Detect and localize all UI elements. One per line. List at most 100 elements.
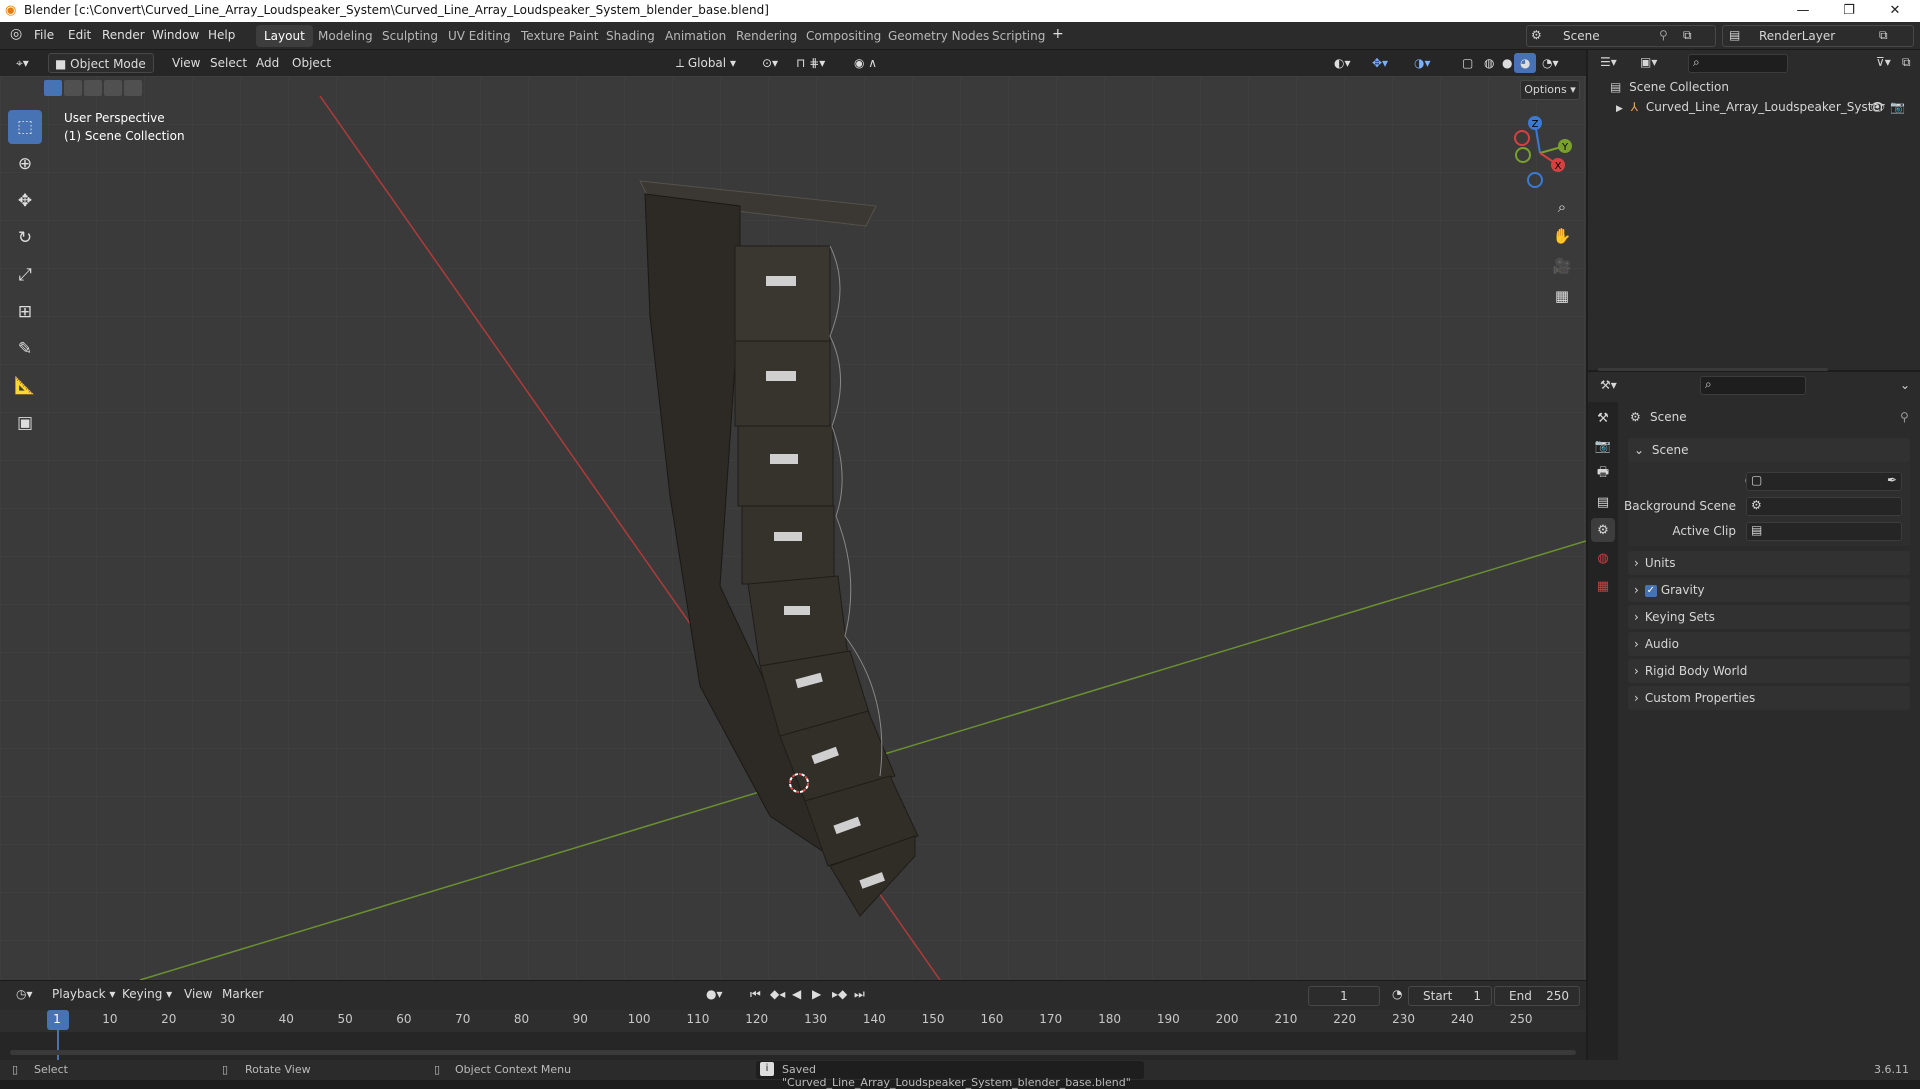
menu-edit[interactable]: Edit <box>68 28 91 42</box>
move-tool-icon[interactable]: ✥ <box>8 184 42 218</box>
rotate-tool-icon[interactable]: ↻ <box>8 221 42 255</box>
menu-timeline-view[interactable]: View <box>178 984 218 1004</box>
gizmo-toggle-icon[interactable]: ✥▾ <box>1366 53 1394 73</box>
3d-viewport[interactable] <box>0 76 1586 980</box>
panel-units[interactable]: › Units <box>1628 551 1910 575</box>
camera-field[interactable]: ▢ ✒ <box>1746 472 1902 491</box>
navigation-gizmo[interactable]: Z Y X <box>1500 113 1580 193</box>
outliner-item[interactable]: ▶ ⅄ Curved_Line_Array_Loudspeaker_Syster… <box>1616 100 1916 114</box>
maximize-button[interactable]: ❐ <box>1826 0 1872 22</box>
tab-shading[interactable]: Shading <box>598 25 663 47</box>
xray-icon[interactable]: ▢ <box>1456 53 1479 73</box>
start-frame-field[interactable]: Start 1 <box>1408 986 1492 1006</box>
menu-view[interactable]: View <box>166 53 206 73</box>
panel-rigid-body-world[interactable]: › Rigid Body World <box>1628 659 1910 683</box>
scene-selector[interactable]: ⚙ Scene ⚲ ⧉ <box>1526 25 1716 47</box>
camera-view-icon[interactable]: 🎥 <box>1548 252 1576 280</box>
end-frame-field[interactable]: End 250 <box>1494 986 1580 1006</box>
ortho-toggle-icon[interactable]: ▦ <box>1548 282 1576 310</box>
outliner-root[interactable]: ▤ Scene Collection <box>1610 80 1729 94</box>
transform-orientation-dropdown[interactable]: ⟂ Global ▾ <box>670 53 742 73</box>
timeline-scrollbar[interactable] <box>10 1050 1576 1055</box>
tab-animation[interactable]: Animation <box>657 25 734 47</box>
select-intersect-icon[interactable] <box>124 80 142 96</box>
output-tab-icon[interactable]: 🖶 <box>1591 462 1615 486</box>
jump-end-icon[interactable]: ⏭ <box>848 984 871 1004</box>
material-shading-icon[interactable]: ◕ <box>1514 53 1537 73</box>
display-mode-icon[interactable]: ▣▾ <box>1640 55 1657 69</box>
tab-sculpting[interactable]: Sculpting <box>374 25 446 47</box>
proportional-edit-icon[interactable]: ◉ ∧ <box>848 53 883 73</box>
panel-audio[interactable]: › Audio <box>1628 632 1910 656</box>
clock-icon[interactable]: ◔ <box>1386 984 1408 1004</box>
mode-dropdown[interactable]: ■ Object Mode ▾ <box>48 53 154 91</box>
select-new-icon[interactable] <box>44 80 62 96</box>
tab-geometry-nodes[interactable]: Geometry Nodes <box>880 25 997 47</box>
properties-editor-icon[interactable]: ⚒▾ <box>1600 378 1617 392</box>
options-button[interactable]: Options ▾ <box>1520 80 1580 100</box>
menu-marker[interactable]: Marker <box>216 984 269 1004</box>
gravity-checkbox[interactable]: ✓ <box>1644 584 1657 597</box>
record-icon[interactable]: ●▾ <box>700 984 729 1004</box>
gizmo-neg-z-icon[interactable] <box>1527 172 1543 188</box>
menu-object[interactable]: Object <box>286 53 337 73</box>
scale-tool-icon[interactable]: ⤢ <box>8 258 42 292</box>
minimize-button[interactable]: — <box>1780 0 1826 22</box>
menu-playback[interactable]: Playback ▾ <box>46 984 121 1004</box>
tab-texture-paint[interactable]: Texture Paint <box>513 25 606 47</box>
annotate-tool-icon[interactable]: ✎ <box>8 332 42 366</box>
properties-search-input[interactable]: ⌕ <box>1700 376 1806 395</box>
render-camera-icon[interactable]: 📷 <box>1890 100 1905 114</box>
eyedropper-icon[interactable]: ✒ <box>1887 473 1897 487</box>
pin-icon[interactable]: ⚲ <box>1900 410 1909 424</box>
menu-file[interactable]: File <box>34 28 54 42</box>
zoom-icon[interactable]: ⌕ <box>1548 193 1576 221</box>
current-frame-field[interactable]: 1 <box>1308 986 1380 1006</box>
visibility-icon[interactable]: ◐▾ <box>1328 53 1357 73</box>
tab-modeling[interactable]: Modeling <box>310 25 381 47</box>
scene-tab-icon[interactable]: ⚙ <box>1591 518 1615 542</box>
panel-gravity[interactable]: › ✓ Gravity <box>1628 578 1910 602</box>
add-workspace-icon[interactable]: + <box>1052 26 1064 42</box>
blender-menu-icon[interactable]: ◎ <box>10 26 22 42</box>
tab-rendering[interactable]: Rendering <box>728 25 805 47</box>
background-scene-field[interactable]: ⚙ <box>1746 497 1902 516</box>
panel-keying-sets[interactable]: › Keying Sets <box>1628 605 1910 629</box>
tab-compositing[interactable]: Compositing <box>798 25 889 47</box>
select-box-tool-icon[interactable]: ⬚ <box>8 110 42 144</box>
active-clip-field[interactable]: ▤ <box>1746 522 1902 541</box>
outliner-search-input[interactable]: ⌕ <box>1688 54 1788 73</box>
timeline-editor-icon[interactable]: ◷▾ <box>10 984 39 1004</box>
menu-render[interactable]: Render <box>102 28 145 42</box>
new-collection-icon[interactable]: ⧉ <box>1902 55 1911 70</box>
menu-window[interactable]: Window <box>152 28 199 42</box>
chevron-down-icon[interactable]: ⌄ <box>1900 378 1910 392</box>
select-subtract-icon[interactable] <box>84 80 102 96</box>
texture-tab-icon[interactable]: ▦ <box>1591 574 1615 598</box>
menu-select[interactable]: Select <box>204 53 253 73</box>
play-reverse-icon[interactable]: ◀ <box>786 984 807 1004</box>
panel-custom-properties[interactable]: › Custom Properties <box>1628 686 1910 710</box>
gizmo-neg-y-icon[interactable] <box>1515 147 1531 163</box>
editor-type-icon[interactable]: ⌖▾ <box>10 53 35 73</box>
add-cube-tool-icon[interactable]: ▣ <box>8 406 42 440</box>
tab-scripting[interactable]: Scripting <box>984 25 1053 47</box>
pin-icon[interactable]: ⚲ <box>1659 28 1668 42</box>
view-layer-selector[interactable]: ▤ RenderLayer ⧉ <box>1722 25 1914 47</box>
select-invert-icon[interactable] <box>104 80 122 96</box>
close-button[interactable]: ✕ <box>1872 0 1918 22</box>
transform-tool-icon[interactable]: ⊞ <box>8 295 42 329</box>
menu-add[interactable]: Add <box>250 53 285 73</box>
snap-icon[interactable]: ⊓ ⋕▾ <box>790 53 831 73</box>
new-layer-icon[interactable]: ⧉ <box>1879 28 1888 43</box>
menu-help[interactable]: Help <box>208 28 235 42</box>
outliner-scrollbar[interactable] <box>1598 368 1828 371</box>
world-tab-icon[interactable]: ◍ <box>1591 546 1615 570</box>
tab-layout[interactable]: Layout <box>256 25 313 47</box>
rendered-shading-icon[interactable]: ◔▾ <box>1536 53 1565 73</box>
play-icon[interactable]: ▶ <box>806 984 827 1004</box>
filter-icon[interactable]: ⊽▾ <box>1876 55 1891 69</box>
gizmo-neg-x-icon[interactable] <box>1514 130 1530 146</box>
expand-icon[interactable]: ▶ <box>1616 104 1623 114</box>
pivot-icon[interactable]: ⊙▾ <box>756 53 784 73</box>
